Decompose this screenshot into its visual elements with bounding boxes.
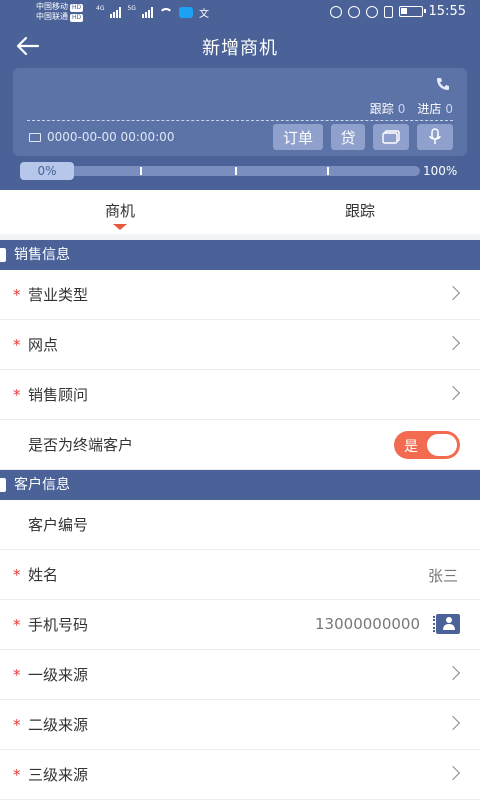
signal-icon (141, 7, 153, 18)
field-name[interactable]: * 姓名 张三 (0, 550, 480, 600)
required-mark: * (13, 566, 21, 584)
required-mark: * (13, 766, 21, 784)
app-notification-icon (178, 7, 193, 18)
nav-bar: 新增商机 (0, 26, 480, 66)
tab-bar: 商机 跟踪 (0, 190, 480, 234)
field-label: 网点 (28, 336, 59, 354)
order-button[interactable]: 订单 (273, 124, 323, 150)
mail-icon (29, 132, 41, 142)
microphone-icon (429, 128, 441, 144)
required-mark: * (13, 666, 21, 684)
field-source-level-2[interactable]: * 二级来源 (0, 700, 480, 750)
progress-tick (327, 167, 329, 175)
card-id-button[interactable] (373, 124, 409, 150)
tab-follow[interactable]: 跟踪 (240, 190, 480, 234)
chevron-right-icon (445, 665, 461, 681)
name-value: 张三 (427, 567, 458, 585)
field-label: 营业类型 (28, 286, 89, 304)
hd-badge: HD (70, 14, 84, 22)
alarm-icon (365, 5, 378, 18)
field-source-level-3[interactable]: * 三级来源 (0, 750, 480, 800)
chevron-right-icon (445, 715, 461, 731)
progress-track (20, 166, 420, 176)
field-phone[interactable]: * 手机号码 13000000000 (0, 600, 480, 650)
id-card-icon (382, 130, 400, 144)
progress-tick (140, 167, 142, 175)
field-source-level-1[interactable]: * 一级来源 (0, 650, 480, 700)
page-title: 新增商机 (202, 38, 278, 59)
status-right: 15:55 (329, 4, 466, 19)
stats: 跟踪 0 进店 0 (370, 100, 453, 117)
eye-icon (347, 5, 360, 18)
field-label: 客户编号 (28, 516, 89, 534)
datetime-row: 0000-00-00 00:00:00 (29, 130, 174, 144)
translate-icon: 文 (198, 9, 209, 20)
network-type-2: 5G (127, 5, 136, 12)
carrier-2: 中国联通 (36, 12, 68, 21)
chevron-right-icon (445, 335, 461, 351)
section-sales-info: 销售信息 (0, 240, 480, 270)
visit-stat: 进店 0 (417, 102, 453, 116)
field-customer-number[interactable]: 客户编号 (0, 500, 480, 550)
progress-bar: 0% (20, 162, 420, 180)
section-marker (0, 248, 6, 262)
toggle-knob (427, 434, 457, 456)
section-customer-info: 客户信息 (0, 470, 480, 500)
required-mark: * (13, 336, 21, 354)
field-label: 销售顾问 (28, 386, 89, 404)
field-label: 姓名 (28, 566, 59, 584)
wifi-icon (158, 7, 173, 18)
field-label: 手机号码 (28, 616, 89, 634)
card-actions: 订单 贷 (273, 124, 453, 150)
status-bar: 中国移动 HD 中国联通 HD 4G 5G 文 15:55 (0, 0, 480, 26)
network-type-1: 4G (96, 5, 105, 12)
carrier-1: 中国移动 (36, 2, 68, 11)
chevron-right-icon (445, 385, 461, 401)
chevron-right-icon (445, 285, 461, 301)
datetime-text: 0000-00-00 00:00:00 (47, 130, 175, 144)
carrier-info: 中国移动 HD 中国联通 HD (36, 2, 84, 22)
required-mark: * (13, 386, 21, 404)
field-label: 一级来源 (28, 666, 89, 684)
phone-value: 13000000000 (315, 615, 420, 633)
terminal-customer-toggle[interactable]: 是 (394, 431, 460, 459)
chevron-right-icon (445, 765, 461, 781)
progress-start-label: 0% (20, 162, 74, 180)
progress-end-label: 100% (423, 164, 458, 178)
toggle-label: 是 (404, 439, 418, 455)
tab-opportunity[interactable]: 商机 (0, 190, 240, 234)
field-label: 二级来源 (28, 716, 89, 734)
signal-icon (110, 7, 122, 18)
contacts-book-icon[interactable] (433, 614, 460, 634)
field-terminal-customer: 是否为终端客户 是 (0, 420, 480, 470)
visit-count: 0 (445, 102, 453, 116)
summary-card: 跟踪 0 进店 0 0000-00-00 00:00:00 订单 贷 (13, 68, 467, 156)
vibrate-icon (383, 5, 393, 18)
field-business-type[interactable]: * 营业类型 (0, 270, 480, 320)
progress-tick (235, 167, 237, 175)
battery-icon (398, 6, 426, 17)
section-marker (0, 478, 6, 492)
field-label: 三级来源 (28, 766, 89, 784)
follow-count: 0 (397, 102, 406, 116)
section-title: 客户信息 (14, 477, 70, 493)
divider (27, 120, 453, 121)
required-mark: * (13, 716, 21, 734)
required-mark: * (13, 616, 21, 634)
section-title: 销售信息 (14, 247, 70, 263)
required-mark: * (13, 286, 21, 304)
field-branch[interactable]: * 网点 (0, 320, 480, 370)
field-sales-consultant[interactable]: * 销售顾问 (0, 370, 480, 420)
headset-icon (329, 5, 342, 18)
loan-button[interactable]: 贷 (331, 124, 365, 150)
voice-button[interactable] (417, 124, 453, 150)
follow-stat: 跟踪 0 (369, 102, 406, 116)
clock: 15:55 (428, 4, 466, 19)
hd-badge: HD (70, 4, 84, 12)
phone-icon[interactable] (435, 76, 451, 92)
field-label: 是否为终端客户 (28, 436, 134, 454)
header-area: 中国移动 HD 中国联通 HD 4G 5G 文 15:55 新增商机 跟踪 0 … (0, 0, 480, 190)
network-icons: 4G 5G 文 (96, 5, 209, 20)
